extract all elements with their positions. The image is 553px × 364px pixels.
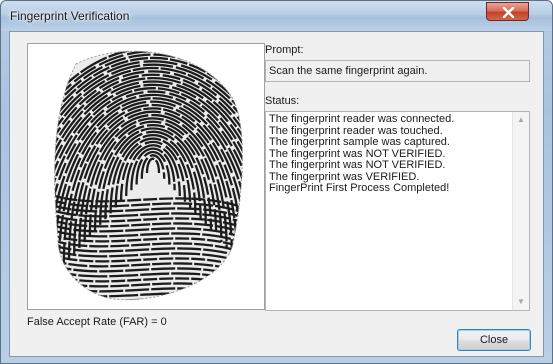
status-textbox[interactable]: The fingerprint reader was connected. Th…	[265, 111, 530, 311]
dialog-client-area: False Accept Rate (FAR) = 0 Prompt: Scan…	[9, 31, 544, 357]
status-scrollbar[interactable]: ▲ ▼	[512, 112, 529, 310]
status-line: FingerPrint First Process Completed!	[269, 182, 450, 194]
fingerprint-image	[28, 44, 264, 309]
title-bar[interactable]: Fingerprint Verification	[1, 1, 552, 31]
prompt-field[interactable]: Scan the same fingerprint again.	[265, 60, 530, 82]
window-close-button[interactable]	[486, 2, 529, 21]
close-icon	[502, 7, 515, 18]
false-accept-rate-label: False Accept Rate (FAR) = 0	[27, 316, 167, 328]
prompt-label: Prompt:	[265, 44, 304, 56]
close-button[interactable]: Close	[457, 329, 531, 351]
status-line: The fingerprint sample was captured.	[269, 136, 450, 148]
status-label: Status:	[265, 95, 300, 107]
window-title: Fingerprint Verification	[10, 9, 130, 23]
status-line: The fingerprint was NOT VERIFIED.	[269, 159, 446, 171]
dialog-window: Fingerprint Verification False Accept Ra…	[0, 0, 553, 364]
status-line: The fingerprint reader was connected.	[269, 113, 455, 125]
scroll-down-arrow-icon[interactable]: ▼	[517, 298, 525, 306]
status-log: The fingerprint reader was connected. Th…	[269, 113, 509, 195]
fingerprint-image-panel	[27, 43, 265, 310]
scroll-up-arrow-icon[interactable]: ▲	[517, 116, 525, 124]
